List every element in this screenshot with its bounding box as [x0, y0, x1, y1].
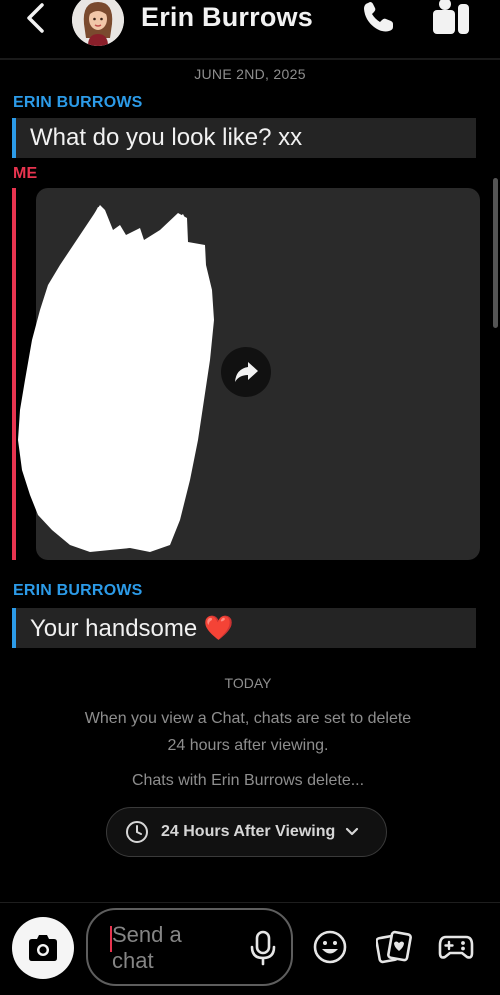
camera-button[interactable]: [12, 917, 74, 979]
today-separator: TODAY: [224, 675, 272, 691]
sender-label: ERIN BURROWS: [13, 94, 143, 111]
header-divider: [0, 58, 500, 60]
scrollbar[interactable]: [493, 178, 498, 328]
delete-notice: Chats with Erin Burrows delete...: [131, 772, 365, 789]
message-bubble[interactable]: Your handsome ❤️: [12, 608, 476, 648]
composer-divider: [0, 902, 500, 903]
retention-info-line: When you view a Chat, chats are set to d…: [84, 710, 412, 727]
voice-call-button[interactable]: [360, 0, 396, 34]
back-button[interactable]: [22, 2, 50, 34]
video-call-icon: [433, 0, 469, 34]
camera-icon: [29, 935, 57, 961]
sticker-button[interactable]: [375, 929, 412, 965]
sender-label: ME: [13, 165, 38, 182]
sender-label: ERIN BURROWS: [13, 582, 143, 599]
date-separator: JUNE 2ND, 2025: [194, 66, 306, 82]
retention-setting-label: 24 Hours After Viewing: [161, 823, 336, 840]
message-bubble[interactable]: What do you look like? xx: [12, 118, 476, 158]
retention-info-line: 24 hours after viewing.: [167, 737, 329, 754]
back-icon: [27, 3, 44, 33]
share-button[interactable]: [221, 347, 271, 397]
chevron-down-icon: [346, 827, 359, 836]
emoji-icon: [313, 930, 347, 964]
sticker-icon: [375, 930, 412, 964]
mic-icon: [250, 930, 276, 966]
message-text: What do you look like? xx: [30, 124, 303, 151]
mic-button[interactable]: [248, 930, 278, 966]
message-text: Your handsome ❤️: [30, 614, 234, 642]
chat-input-placeholder: Send a chat: [112, 922, 182, 973]
games-button[interactable]: [438, 931, 474, 963]
contact-avatar[interactable]: [72, 0, 124, 46]
contact-name[interactable]: Erin Burrows: [141, 0, 313, 34]
emoji-button[interactable]: [312, 929, 348, 965]
retention-setting-button[interactable]: 24 Hours After Viewing: [106, 807, 387, 857]
chat-input[interactable]: Send a chat: [86, 908, 293, 986]
share-arrow-icon: [235, 362, 258, 382]
game-controller-icon: [438, 935, 474, 959]
clock-icon: [126, 821, 148, 843]
chat-header: Erin Burrows: [0, 0, 500, 60]
video-call-button[interactable]: [430, 0, 472, 36]
phone-icon: [364, 2, 393, 32]
